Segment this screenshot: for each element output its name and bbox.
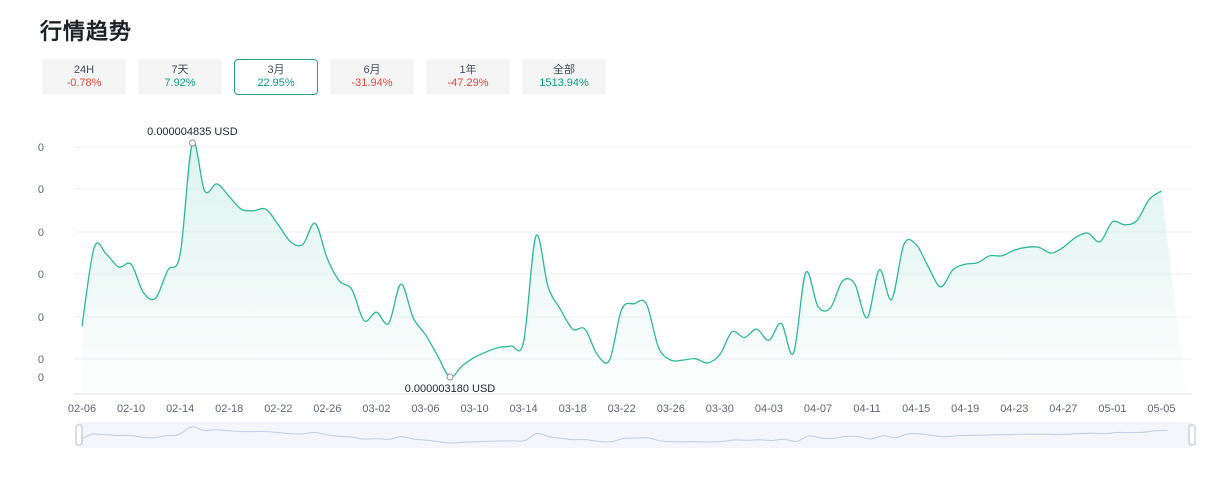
y-tick-label: 0 bbox=[38, 142, 44, 154]
price-trend-chart: 0 0 0 0 0 0 0 02-06 02-10 02-14 02-18 02-22 02-26 03… bbox=[38, 126, 1196, 448]
max-point-marker bbox=[188, 139, 196, 147]
slider-handle-right[interactable] bbox=[1188, 424, 1196, 446]
x-tick-label: 03-10 bbox=[460, 403, 488, 415]
min-value-label: 0.000003180 USD bbox=[405, 383, 496, 395]
x-tick-label: 03-02 bbox=[362, 403, 390, 415]
x-tick-label: 04-19 bbox=[951, 403, 979, 415]
x-tick-label: 04-11 bbox=[853, 403, 880, 415]
x-tick-label: 04-27 bbox=[1049, 403, 1077, 415]
x-tick-label: 02-18 bbox=[215, 403, 243, 415]
y-tick-label: 0 bbox=[38, 354, 44, 366]
min-point-marker bbox=[446, 373, 454, 381]
x-tick-label: 05-05 bbox=[1147, 403, 1175, 415]
x-tick-label: 03-14 bbox=[510, 403, 538, 415]
x-tick-label: 03-18 bbox=[559, 403, 587, 415]
x-tick-label: 02-10 bbox=[117, 403, 145, 415]
y-tick-label: 0 bbox=[38, 372, 44, 384]
time-range-slider[interactable] bbox=[75, 422, 1196, 448]
x-tick-label: 02-22 bbox=[264, 403, 292, 415]
x-tick-label: 02-26 bbox=[313, 403, 341, 415]
y-tick-label: 0 bbox=[38, 227, 44, 239]
slider-handle-left[interactable] bbox=[75, 424, 83, 446]
x-tick-label: 03-22 bbox=[608, 403, 636, 415]
price-area bbox=[82, 141, 1186, 394]
x-tick-label: 02-14 bbox=[166, 403, 194, 415]
x-axis-labels: 02-06 02-10 02-14 02-18 02-22 02-26 03-02 03-06… bbox=[68, 403, 1176, 415]
x-tick-label: 04-07 bbox=[804, 403, 832, 415]
max-value-label: 0.000004835 USD bbox=[147, 126, 238, 138]
y-tick-label: 0 bbox=[38, 312, 44, 324]
x-tick-label: 04-15 bbox=[902, 403, 930, 415]
y-tick-label: 0 bbox=[38, 184, 44, 196]
x-tick-label: 02-06 bbox=[68, 403, 96, 415]
x-tick-label: 03-30 bbox=[706, 403, 734, 415]
y-axis-labels: 0 0 0 0 0 0 0 bbox=[38, 142, 44, 384]
y-tick-label: 0 bbox=[38, 269, 44, 281]
slider-track[interactable] bbox=[78, 422, 1192, 448]
x-tick-label: 04-23 bbox=[1000, 403, 1028, 415]
x-tick-label: 04-03 bbox=[755, 403, 783, 415]
x-tick-label: 03-26 bbox=[657, 403, 685, 415]
x-tick-label: 05-01 bbox=[1098, 403, 1126, 415]
x-tick-label: 03-06 bbox=[411, 403, 439, 415]
